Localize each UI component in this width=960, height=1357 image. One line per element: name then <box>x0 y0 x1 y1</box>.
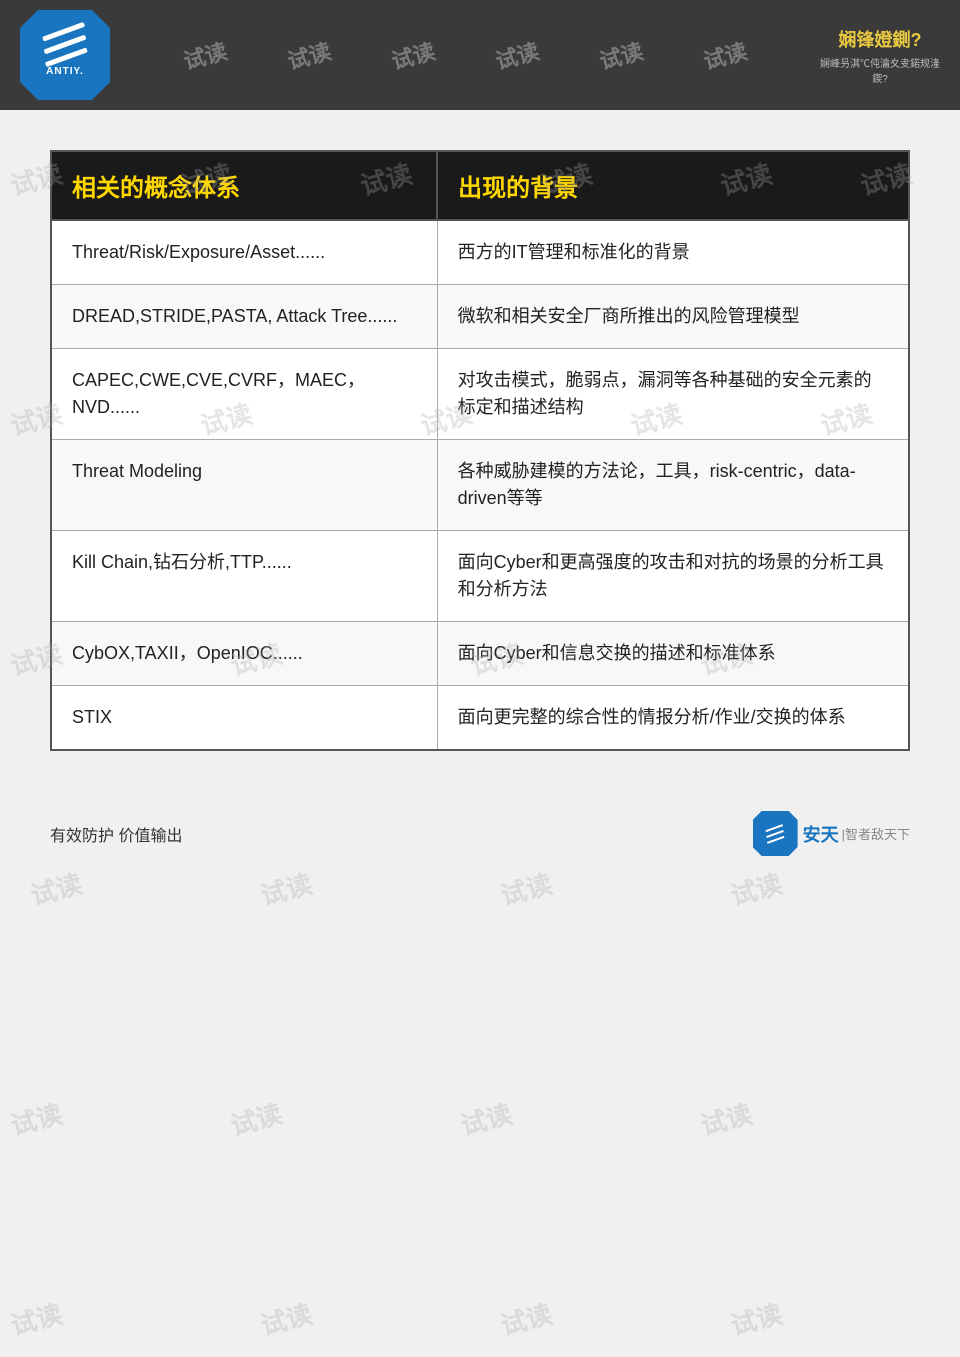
header-wm-3: 试读 <box>388 39 439 71</box>
footer-logo-icon <box>753 811 798 856</box>
table-cell-col1: CAPEC,CWE,CVE,CVRF，MAEC，NVD...... <box>51 349 437 440</box>
header-wm-6: 试读 <box>700 39 751 71</box>
concept-table: 相关的概念体系 出现的背景 Threat/Risk/Exposure/Asset… <box>50 150 910 751</box>
table-cell-col2: 面向更完整的综合性的情报分析/作业/交换的体系 <box>437 686 909 751</box>
table-cell-col1: Kill Chain,钻石分析,TTP...... <box>51 531 437 622</box>
table-cell-col1: Threat Modeling <box>51 440 437 531</box>
table-row: CybOX,TAXII，OpenIOC......面向Cyber和信息交换的描述… <box>51 622 909 686</box>
col2-header: 出现的背景 <box>437 151 909 220</box>
table-cell-col2: 面向Cyber和更高强度的攻击和对抗的场景的分析工具和分析方法 <box>437 531 909 622</box>
watermark-25: 试读 <box>256 1294 316 1343</box>
header-wm-1: 试读 <box>180 39 231 71</box>
table-cell-col2: 面向Cyber和信息交换的描述和标准体系 <box>437 622 909 686</box>
watermark-20: 试读 <box>6 1094 66 1143</box>
table-row: DREAD,STRIDE,PASTA, Attack Tree......微软和… <box>51 285 909 349</box>
watermark-27: 试读 <box>726 1294 786 1343</box>
footer-brand-sub: |智者敌天下 <box>842 824 910 843</box>
brand-sub: 娴峰叧淇℃伅瀹夊叏鍩规湰鍥? <box>820 55 940 85</box>
table-cell-col2: 对攻击模式，脆弱点，漏洞等各种基础的安全元素的标定和描述结构 <box>437 349 909 440</box>
header-bar: ANTIY. 试读 试读 试读 试读 试读 试读 娴锋嬁鍘? 娴峰叧淇℃伅瀹夊叏… <box>0 0 960 110</box>
footer-brand: 安天 <box>803 821 839 847</box>
header-wm-5: 试读 <box>596 39 647 71</box>
table-cell-col1: STIX <box>51 686 437 751</box>
footer: 有效防护 价值输出 安天 |智者敌天下 <box>0 791 960 876</box>
watermark-22: 试读 <box>456 1094 516 1143</box>
table-cell-col1: Threat/Risk/Exposure/Asset...... <box>51 220 437 285</box>
watermark-21: 试读 <box>226 1094 286 1143</box>
table-row: Threat Modeling各种威胁建模的方法论，工具，risk-centri… <box>51 440 909 531</box>
header-watermarks: 试读 试读 试读 试读 试读 试读 <box>110 39 820 71</box>
table-cell-col2: 各种威胁建模的方法论，工具，risk-centric，data-driven等等 <box>437 440 909 531</box>
table-cell-col1: DREAD,STRIDE,PASTA, Attack Tree...... <box>51 285 437 349</box>
watermark-26: 试读 <box>496 1294 556 1343</box>
logo-stripes <box>43 33 87 56</box>
antiy-logo: ANTIY. <box>20 10 110 100</box>
header-wm-4: 试读 <box>492 39 543 71</box>
table-row: Kill Chain,钻石分析,TTP......面向Cyber和更高强度的攻击… <box>51 531 909 622</box>
header-wm-2: 试读 <box>284 39 335 71</box>
footer-tagline: 有效防护 价值输出 <box>50 822 182 846</box>
brand-name: 娴锋嬁鍘? <box>839 26 922 52</box>
col1-header: 相关的概念体系 <box>51 151 437 220</box>
header-right-logo: 娴锋嬁鍘? 娴峰叧淇℃伅瀹夊叏鍩规湰鍥? <box>820 20 940 90</box>
watermark-23: 试读 <box>696 1094 756 1143</box>
table-header-row: 相关的概念体系 出现的背景 <box>51 151 909 220</box>
main-content: 相关的概念体系 出现的背景 Threat/Risk/Exposure/Asset… <box>0 110 960 781</box>
footer-logo: 安天 |智者敌天下 <box>753 811 910 856</box>
table-row: Threat/Risk/Exposure/Asset......西方的IT管理和… <box>51 220 909 285</box>
table-cell-col2: 微软和相关安全厂商所推出的风险管理模型 <box>437 285 909 349</box>
table-row: CAPEC,CWE,CVE,CVRF，MAEC，NVD......对攻击模式，脆… <box>51 349 909 440</box>
logo-label: ANTIY. <box>46 66 84 77</box>
table-row: STIX面向更完整的综合性的情报分析/作业/交换的体系 <box>51 686 909 751</box>
watermark-24: 试读 <box>6 1294 66 1343</box>
table-cell-col1: CybOX,TAXII，OpenIOC...... <box>51 622 437 686</box>
table-cell-col2: 西方的IT管理和标准化的背景 <box>437 220 909 285</box>
